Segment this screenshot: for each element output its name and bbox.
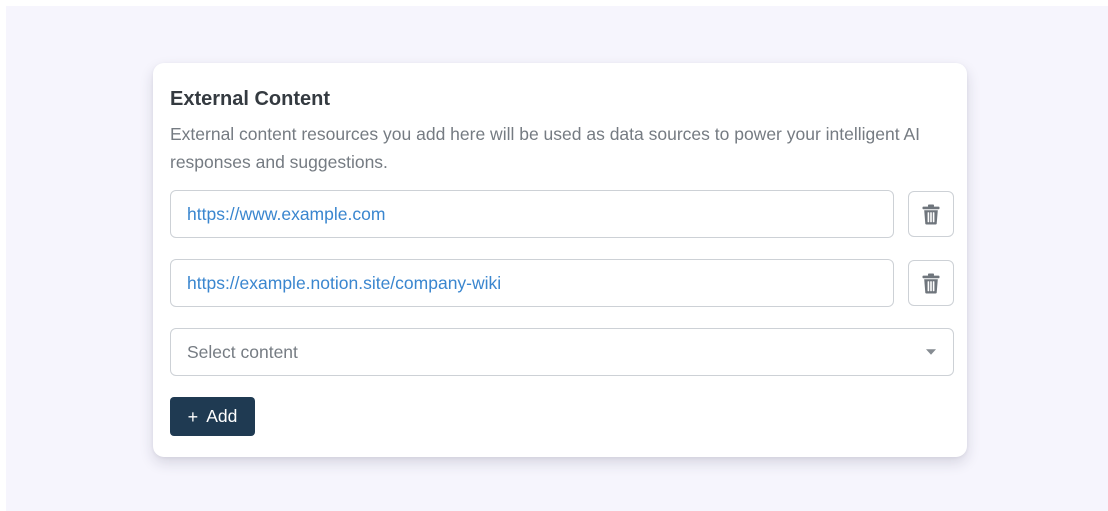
- content-select-placeholder: Select content: [187, 341, 298, 362]
- card-description: External content resources you add here …: [170, 124, 921, 172]
- trash-icon: [922, 273, 940, 293]
- external-content-card: External Content External content resour…: [153, 63, 967, 457]
- source-url-input-2[interactable]: [170, 259, 894, 307]
- add-button-label: Add: [206, 406, 238, 426]
- delete-source-button-2[interactable]: [908, 260, 954, 306]
- delete-source-button-1[interactable]: [908, 191, 954, 237]
- plus-icon: +: [187, 406, 199, 427]
- add-content-button[interactable]: + Add: [170, 397, 255, 436]
- content-select[interactable]: Select content: [170, 328, 954, 376]
- trash-icon: [922, 204, 940, 224]
- card-title: External Content: [170, 88, 331, 110]
- source-url-input-1[interactable]: [170, 190, 894, 238]
- caret-down-icon: [926, 349, 936, 355]
